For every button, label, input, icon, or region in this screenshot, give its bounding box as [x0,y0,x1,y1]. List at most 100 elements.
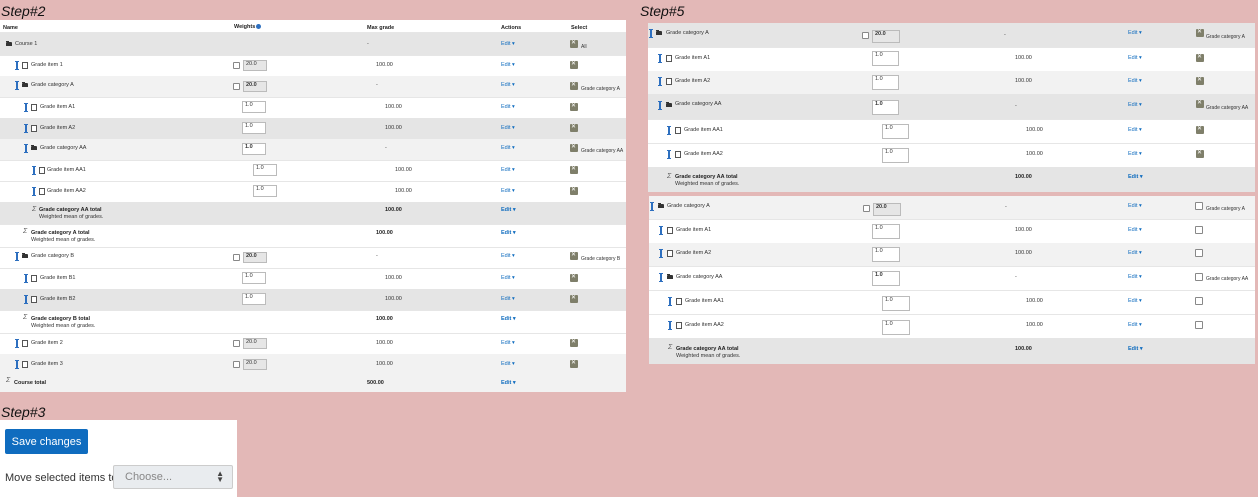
select-checkbox[interactable] [570,39,578,48]
weight-input[interactable]: 20.0 [872,30,900,43]
drag-handle-icon[interactable] [668,321,672,330]
drag-handle-icon[interactable] [667,150,671,159]
weight-input[interactable]: 1.0 [882,148,909,163]
weight-override-checkbox[interactable] [233,62,240,69]
edit-menu[interactable]: Edit ▾ [501,62,515,68]
drag-handle-icon[interactable] [24,103,28,112]
select-checkbox[interactable] [570,81,578,90]
drag-handle-icon[interactable] [658,77,662,86]
edit-menu[interactable]: Edit ▾ [501,230,516,236]
drag-handle-icon[interactable] [649,29,653,38]
info-icon[interactable] [256,24,262,30]
edit-menu[interactable]: Edit ▾ [1128,346,1143,352]
edit-menu[interactable]: Edit ▾ [501,296,515,302]
select-checkbox[interactable] [570,123,578,132]
edit-menu[interactable]: Edit ▾ [501,361,515,367]
weight-override-checkbox[interactable] [233,340,240,347]
edit-menu[interactable]: Edit ▾ [1128,127,1142,133]
select-checkbox[interactable] [570,294,578,303]
weight-input[interactable]: 1.0 [882,320,910,335]
select-checkbox[interactable] [1195,321,1203,329]
weight-input[interactable]: 20.0 [243,252,267,263]
weight-override-checkbox[interactable] [233,83,240,90]
select-checkbox[interactable] [1196,149,1204,158]
weight-input[interactable]: 1.0 [872,271,900,286]
edit-menu[interactable]: Edit ▾ [501,145,515,151]
edit-menu[interactable]: Edit ▾ [501,104,515,110]
weight-input[interactable]: 1.0 [242,101,266,113]
weight-override-checkbox[interactable] [862,32,869,39]
weight-input[interactable]: 1.0 [242,122,266,134]
select-checkbox[interactable] [570,60,578,69]
weight-input[interactable]: 1.0 [242,143,266,155]
weight-input[interactable]: 1.0 [872,75,899,90]
save-changes-button[interactable]: Save changes [5,429,88,454]
move-to-select[interactable]: Choose... ▲ ▼ [113,465,233,489]
select-checkbox[interactable] [570,359,578,368]
weight-input[interactable]: 1.0 [242,272,266,284]
drag-handle-icon[interactable] [24,274,28,283]
drag-handle-icon[interactable] [15,81,19,90]
drag-handle-icon[interactable] [15,61,19,70]
edit-menu[interactable]: Edit ▾ [501,380,516,386]
drag-handle-icon[interactable] [667,126,671,135]
edit-menu[interactable]: Edit ▾ [1128,174,1143,180]
edit-menu[interactable]: Edit ▾ [501,316,516,322]
edit-menu[interactable]: Edit ▾ [1128,55,1142,61]
edit-menu[interactable]: Edit ▾ [1128,102,1142,108]
edit-menu[interactable]: Edit ▾ [501,253,515,259]
select-checkbox[interactable] [570,273,578,282]
select-checkbox[interactable] [570,251,578,260]
edit-menu[interactable]: Edit ▾ [1128,203,1142,209]
drag-handle-icon[interactable] [32,166,36,175]
weight-input[interactable]: 1.0 [872,51,899,66]
select-checkbox[interactable] [1195,297,1203,305]
weight-input[interactable]: 20.0 [243,60,267,71]
drag-handle-icon[interactable] [24,295,28,304]
weight-input[interactable]: 20.0 [243,359,267,370]
drag-handle-icon[interactable] [15,339,19,348]
edit-menu[interactable]: Edit ▾ [1128,78,1142,84]
select-checkbox[interactable] [570,102,578,111]
edit-menu[interactable]: Edit ▾ [501,188,515,194]
select-checkbox[interactable] [1196,28,1204,37]
weight-input[interactable]: 1.0 [253,185,277,197]
weight-override-checkbox[interactable] [863,205,870,212]
drag-handle-icon[interactable] [658,54,662,63]
weight-input[interactable]: 20.0 [243,338,267,349]
select-checkbox[interactable] [1196,76,1204,85]
select-checkbox[interactable] [1196,99,1204,108]
edit-menu[interactable]: Edit ▾ [1128,227,1142,233]
edit-menu[interactable]: Edit ▾ [501,275,515,281]
edit-menu[interactable]: Edit ▾ [501,340,515,346]
drag-handle-icon[interactable] [650,202,654,211]
weight-input[interactable]: 1.0 [253,164,277,176]
weight-input[interactable]: 1.0 [882,296,910,311]
drag-handle-icon[interactable] [24,124,28,133]
weight-input[interactable]: 20.0 [243,81,267,92]
edit-menu[interactable]: Edit ▾ [501,125,515,131]
drag-handle-icon[interactable] [24,144,28,153]
drag-handle-icon[interactable] [659,249,663,258]
weight-input[interactable]: 1.0 [242,293,266,305]
edit-menu[interactable]: Edit ▾ [1128,274,1142,280]
select-checkbox[interactable] [570,338,578,347]
edit-menu[interactable]: Edit ▾ [1128,151,1142,157]
select-checkbox[interactable] [1196,53,1204,62]
weight-input[interactable]: 1.0 [872,100,899,115]
drag-handle-icon[interactable] [668,297,672,306]
weight-input[interactable]: 1.0 [872,247,900,262]
edit-menu[interactable]: Edit ▾ [501,207,516,213]
edit-menu[interactable]: Edit ▾ [501,167,515,173]
weight-override-checkbox[interactable] [233,254,240,261]
weight-input[interactable]: 20.0 [873,203,901,216]
drag-handle-icon[interactable] [659,273,663,282]
edit-menu[interactable]: Edit ▾ [1128,322,1142,328]
select-checkbox[interactable] [1195,249,1203,257]
edit-menu[interactable]: Edit ▾ [1128,30,1142,36]
select-checkbox[interactable] [1195,273,1203,281]
edit-menu[interactable]: Edit ▾ [1128,298,1142,304]
drag-handle-icon[interactable] [658,101,662,110]
select-checkbox[interactable] [1196,125,1204,134]
weight-input[interactable]: 1.0 [882,124,909,139]
